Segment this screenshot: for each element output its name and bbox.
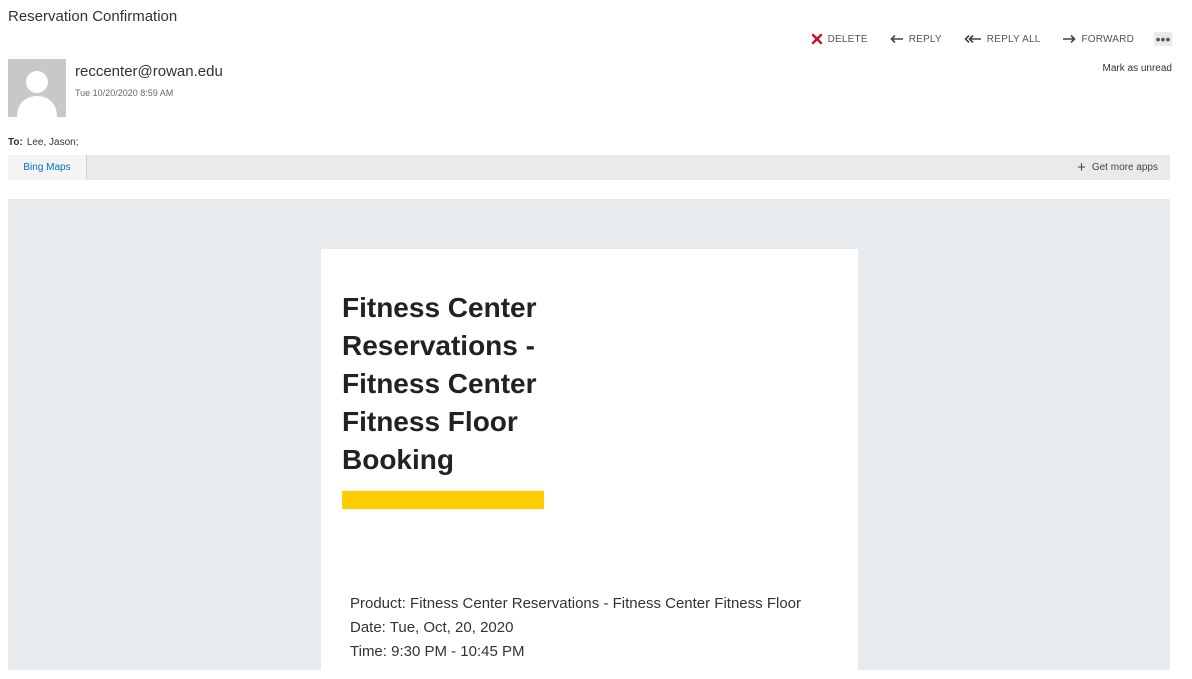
avatar [8,59,66,117]
email-subject: Reservation Confirmation [8,8,178,25]
apps-bar: Bing Maps + Get more apps [8,155,1170,180]
product-line: Product: Fitness Center Reservations - F… [350,595,801,612]
forward-label: FORWARD [1081,33,1134,45]
time-line: Time: 9:30 PM - 10:45 PM [350,643,525,660]
mark-as-unread-link[interactable]: Mark as unread [1103,63,1172,74]
reservation-details: Product: Fitness Center Reservations - F… [350,592,801,664]
reservation-title: Fitness Center Reservations - Fitness Ce… [342,292,537,475]
person-silhouette-icon [17,71,57,117]
forward-button[interactable]: FORWARD [1062,34,1134,45]
date-line: Date: Tue, Oct, 20, 2020 [350,619,514,636]
forward-arrow-icon [1062,34,1077,44]
recipient[interactable]: Lee, Jason; [27,137,79,148]
reply-all-button[interactable]: REPLY ALL [964,34,1041,45]
delete-x-icon [811,33,823,45]
plus-icon: + [1077,159,1086,176]
reply-label: REPLY [908,33,942,45]
delete-button[interactable]: DELETE [811,33,868,45]
message-card: Fitness Center Reservations - Fitness Ce… [321,249,858,679]
get-more-apps-label: Get more apps [1091,162,1158,173]
app-tab-bing-maps[interactable]: Bing Maps [8,155,87,180]
more-actions-icon[interactable]: ••• [1154,31,1172,47]
highlight-bar [342,491,544,509]
message-toolbar: DELETE REPLY REPLY ALL FORWARD ••• [811,30,1172,48]
delete-label: DELETE [827,33,868,45]
sender-address[interactable]: reccenter@rowan.edu [75,63,223,80]
message-body: Fitness Center Reservations - Fitness Ce… [8,199,1170,679]
reply-arrow-icon [890,34,904,44]
reply-all-label: REPLY ALL [986,33,1041,45]
sent-date: Tue 10/20/2020 8:59 AM [75,88,174,98]
to-label: To: [8,137,23,148]
reply-all-arrow-icon [964,34,982,44]
reply-button[interactable]: REPLY [890,34,942,45]
get-more-apps-button[interactable]: + Get more apps [1077,155,1158,180]
to-line: To: Lee, Jason; [8,137,79,148]
